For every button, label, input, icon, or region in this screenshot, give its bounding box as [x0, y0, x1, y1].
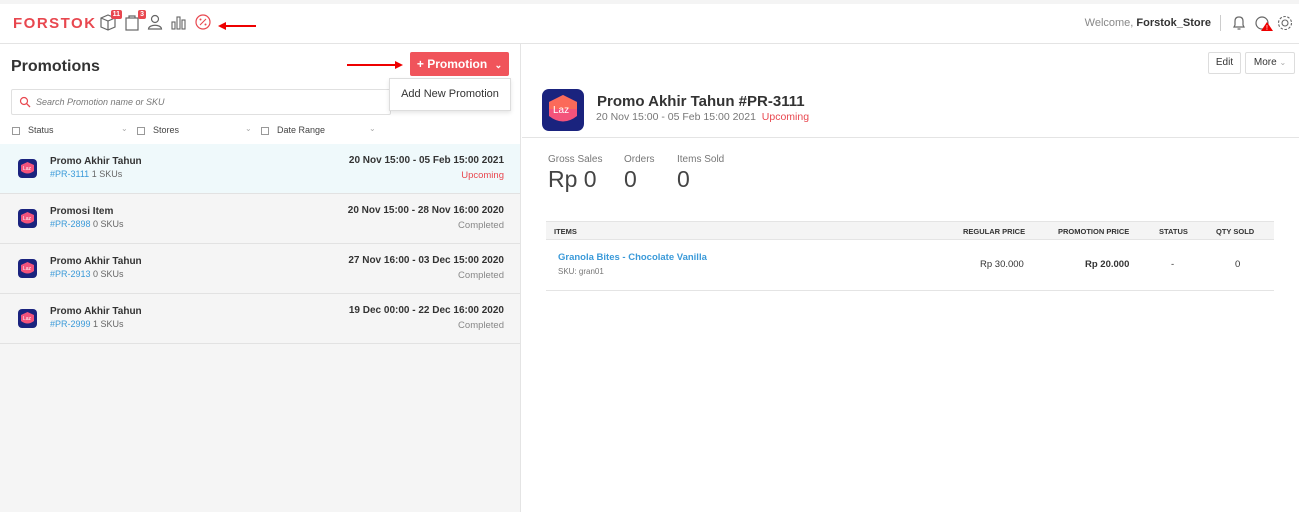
add-new-promotion-menu-item[interactable]: Add New Promotion [389, 78, 511, 111]
list-item[interactable]: Laz Promo Akhir Tahun #PR-2913 0 SKUs 27… [0, 244, 520, 294]
promotion-percent-icon[interactable] [194, 13, 212, 31]
divider [1220, 15, 1221, 31]
svg-text:Laz: Laz [23, 316, 32, 322]
status-filter[interactable]: Status [12, 125, 54, 135]
status-badge: Completed [458, 320, 504, 331]
status-badge: Completed [458, 270, 504, 281]
customer-user-icon[interactable] [146, 13, 164, 31]
chevron-down-icon[interactable]: ⌄ [369, 124, 376, 133]
add-promotion-button[interactable]: + Promotion ⌄ [410, 52, 509, 76]
col-regular-price: REGULAR PRICE [963, 227, 1026, 236]
lazada-logo-icon: Laz [18, 209, 37, 228]
orders-label: Orders [624, 154, 655, 165]
list-item[interactable]: Laz Promo Akhir Tahun #PR-3111 1 SKUs 20… [0, 144, 520, 194]
sync-warning-icon[interactable]: ! [1254, 14, 1273, 32]
date-range-checkbox[interactable] [261, 126, 269, 135]
chevron-down-icon[interactable]: ⌄ [121, 124, 128, 133]
inventory-box-icon[interactable]: 11 [99, 10, 122, 31]
status-checkbox[interactable] [12, 126, 20, 135]
qty-sold: 0 [1235, 259, 1241, 270]
chevron-down-icon: ⌄ [494, 60, 503, 70]
list-header: Promotions + Promotion ⌄ Add New Promoti… [0, 44, 520, 144]
more-dropdown-button[interactable]: More ⌄ [1245, 52, 1295, 74]
reports-chart-icon[interactable] [170, 13, 188, 31]
status-badge: Completed [458, 220, 504, 231]
list-item[interactable]: Laz Promosi Item #PR-2898 0 SKUs 20 Nov … [0, 194, 520, 244]
item-status: - [1171, 259, 1175, 270]
promotion-id-link[interactable]: #PR-2898 [50, 219, 91, 229]
search-icon [19, 96, 31, 108]
stores-filter[interactable]: Stores [137, 125, 179, 135]
top-navbar: FORSTOK 11 3 Welcome, Forstok_Store ! [0, 0, 1299, 44]
stores-checkbox[interactable] [137, 126, 145, 135]
annotation-arrow-icon [216, 18, 258, 36]
promotion-id-link[interactable]: #PR-3111 [50, 169, 89, 179]
chevron-down-icon[interactable]: ⌄ [245, 124, 252, 133]
lazada-logo-icon: Laz [18, 309, 37, 328]
col-promotion-price: PROMOTION PRICE [1058, 227, 1130, 236]
bell-icon[interactable] [1230, 14, 1248, 32]
lazada-logo-icon: Laz [18, 159, 37, 178]
orders-badge: 3 [138, 10, 146, 19]
status-badge: Upcoming [761, 111, 810, 123]
promotion-price: Rp 20.000 [1085, 259, 1130, 270]
promotion-detail-panel: Edit More ⌄ Laz Promo Akhir Tahun #PR-31… [522, 44, 1299, 512]
items-sold-value: 0 [677, 166, 690, 192]
item-sku: SKU: gran01 [558, 267, 604, 276]
svg-text:Laz: Laz [23, 166, 32, 172]
gross-sales-label: Gross Sales [548, 154, 603, 165]
table-row: Granola Bites - Chocolate Vanilla SKU: g… [546, 240, 1274, 291]
edit-button[interactable]: Edit [1208, 52, 1241, 74]
gross-sales-value: Rp 0 [548, 166, 597, 192]
lazada-logo-icon: Laz [18, 259, 37, 278]
settings-gear-icon[interactable] [1276, 14, 1294, 32]
promotions-list-panel: Promotions + Promotion ⌄ Add New Promoti… [0, 44, 521, 512]
item-name-link[interactable]: Granola Bites - Chocolate Vanilla [558, 252, 707, 263]
col-qty-sold: QTY SOLD [1216, 227, 1255, 236]
items-sold-label: Items Sold [677, 154, 725, 165]
promotion-id-link[interactable]: #PR-2913 [50, 269, 91, 279]
brand-logo[interactable]: FORSTOK [13, 15, 97, 32]
svg-text:!: ! [1266, 25, 1268, 32]
chevron-down-icon: ⌄ [1279, 58, 1287, 67]
col-status: STATUS [1159, 227, 1188, 236]
promotion-title: Promo Akhir Tahun #PR-3111 [597, 93, 805, 110]
detail-header: Laz Promo Akhir Tahun #PR-3111 20 Nov 15… [522, 84, 1299, 138]
inventory-badge: 11 [110, 10, 122, 19]
lazada-logo-icon: Laz [542, 89, 584, 131]
orders-value: 0 [624, 166, 637, 192]
svg-text:Laz: Laz [553, 105, 569, 116]
col-items: ITEMS [554, 227, 577, 236]
search-input[interactable]: Search Promotion name or SKU [11, 89, 391, 115]
date-range-filter[interactable]: Date Range [261, 125, 325, 135]
page-title: Promotions [11, 58, 100, 75]
table-header: ITEMS REGULAR PRICE PROMOTION PRICE STAT… [546, 221, 1274, 240]
list-item[interactable]: Laz Promo Akhir Tahun #PR-2999 1 SKUs 19… [0, 294, 520, 344]
svg-text:Laz: Laz [23, 216, 32, 222]
svg-text:Laz: Laz [23, 266, 32, 272]
status-badge: Upcoming [461, 170, 504, 181]
annotation-arrow-icon [347, 57, 405, 75]
store-name[interactable]: Forstok_Store [1136, 17, 1211, 29]
promotion-id-link[interactable]: #PR-2999 [50, 319, 91, 329]
search-placeholder: Search Promotion name or SKU [36, 97, 165, 107]
promotion-subtitle: 20 Nov 15:00 - 05 Feb 15:00 2021 Upcomin… [596, 111, 810, 123]
regular-price: Rp 30.000 [980, 259, 1024, 270]
welcome-text: Welcome, Forstok_Store [1084, 17, 1211, 29]
orders-bag-icon[interactable]: 3 [123, 10, 146, 31]
